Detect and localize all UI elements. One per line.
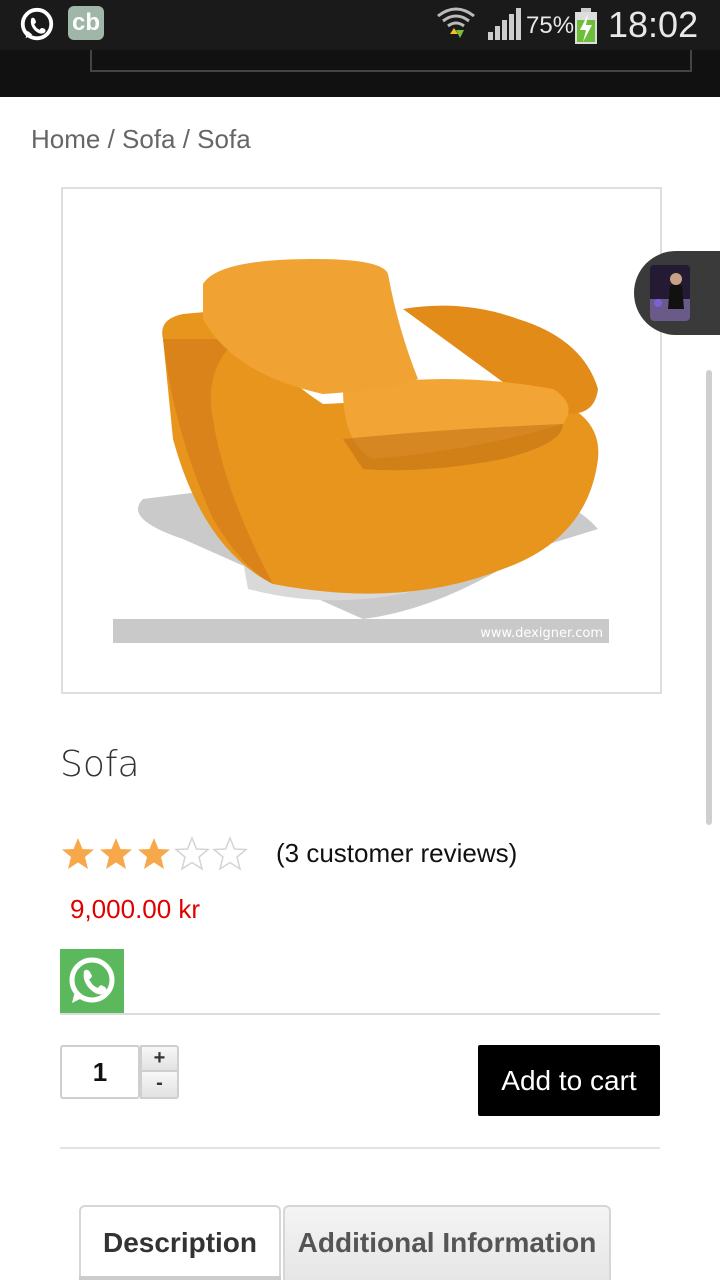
star-filled-icon — [138, 838, 170, 869]
star-empty-icon — [174, 836, 210, 871]
image-watermark: www.dexigner.com — [480, 626, 603, 641]
divider — [60, 1013, 660, 1015]
product-image[interactable]: www.dexigner.com — [61, 187, 662, 694]
tab-description[interactable]: Description — [79, 1205, 281, 1280]
whatsapp-icon — [69, 957, 115, 1003]
search-input[interactable] — [90, 50, 692, 72]
add-to-cart-button[interactable]: Add to cart — [478, 1045, 660, 1116]
breadcrumb[interactable]: Home / Sofa / Sofa — [31, 124, 251, 155]
battery-charging-icon — [575, 8, 597, 44]
quantity-increase-button[interactable]: + — [140, 1045, 179, 1072]
whatsapp-icon — [20, 7, 54, 41]
clock: 18:02 — [608, 4, 699, 45]
thumbnail-image — [650, 265, 690, 321]
wifi-icon — [437, 7, 475, 38]
product-price: 9,000.00 kr — [70, 894, 201, 924]
active-tab-indicator — [79, 1276, 281, 1280]
star-filled-icon — [62, 838, 94, 869]
page-scrollbar[interactable] — [706, 370, 712, 825]
product-title: Sofa — [60, 744, 140, 785]
cb-app-icon: cb — [68, 6, 104, 40]
battery-percent: 75% — [526, 12, 575, 39]
star-filled-icon — [100, 838, 132, 869]
floating-chat-thumbnail[interactable] — [634, 251, 720, 335]
star-empty-icon — [212, 836, 248, 871]
reviews-link[interactable]: (3 customer reviews) — [276, 838, 517, 869]
site-header — [0, 50, 720, 97]
quantity-decrease-button[interactable]: - — [140, 1072, 179, 1099]
divider — [60, 1147, 660, 1149]
whatsapp-share-button[interactable] — [60, 949, 124, 1013]
tab-additional-information[interactable]: Additional Information — [283, 1205, 611, 1280]
quantity-input[interactable]: 1 — [60, 1045, 140, 1099]
sofa-image: www.dexigner.com — [113, 259, 609, 643]
signal-icon — [488, 8, 521, 40]
status-bar: cb 75% 18:02 — [0, 0, 720, 50]
